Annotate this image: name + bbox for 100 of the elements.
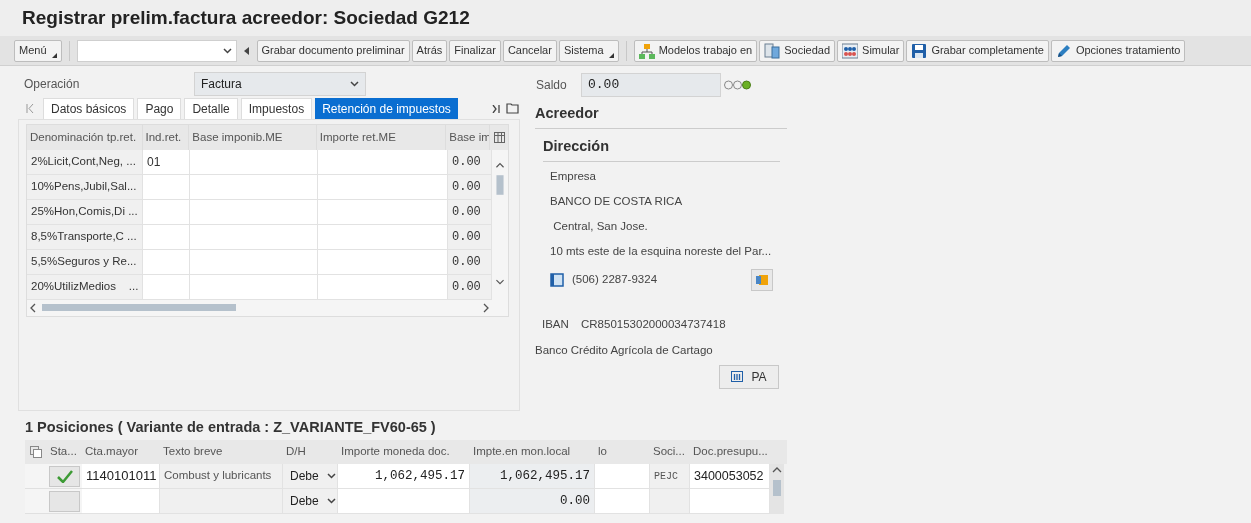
pencil-icon xyxy=(1055,42,1072,59)
table-cell[interactable] xyxy=(143,175,190,200)
last-tab-icon xyxy=(492,105,500,113)
table-cell: 0.00 xyxy=(470,489,595,514)
table-cell[interactable]: 1140101011 xyxy=(82,464,160,489)
field-label: Operación xyxy=(23,76,81,93)
toolbar-button[interactable]: Sociedad xyxy=(759,39,836,62)
tab[interactable]: Datos básicos xyxy=(43,98,135,119)
table-cell[interactable] xyxy=(318,250,448,275)
section-heading: 1 Posiciones ( Variante de entrada : Z_VARIANTE_FV60-65 ) xyxy=(25,418,437,438)
table-cell[interactable] xyxy=(190,200,318,225)
toolbar-button[interactable]: Menú xyxy=(14,39,62,62)
table-cell[interactable] xyxy=(143,275,190,300)
toolbar-button[interactable]: Grabar documento preliminar xyxy=(256,39,410,62)
hierarchy-icon xyxy=(638,42,655,59)
table-icon xyxy=(731,371,744,382)
table-cell[interactable]: 3400053052 xyxy=(690,464,770,489)
column-header: lo xyxy=(597,444,608,460)
toolbar-button[interactable]: Modelos trabajo en xyxy=(633,39,758,62)
table-cell: 0.00 xyxy=(448,200,492,225)
table-cell: PEJC xyxy=(650,464,690,489)
table-cell[interactable] xyxy=(690,489,770,514)
table-cell[interactable] xyxy=(143,250,190,275)
checkmark-icon xyxy=(56,469,73,483)
toolbar-button[interactable]: Cancelar xyxy=(502,39,557,62)
table-cell[interactable] xyxy=(318,225,448,250)
table-cell[interactable] xyxy=(595,489,650,514)
table-cell: 0.00 xyxy=(448,175,492,200)
table-cell[interactable] xyxy=(143,225,190,250)
table-cell: 25%Hon,Comis,Di ... xyxy=(27,200,143,225)
table-cell[interactable] xyxy=(190,150,318,175)
table-cell: 0.00 xyxy=(448,275,492,300)
table-cell[interactable]: 1,062,495.17 xyxy=(338,464,470,489)
table-cell: 0.00 xyxy=(448,225,492,250)
column-header: Cta.mayor xyxy=(84,444,140,460)
table-cell: 0.00 xyxy=(448,250,492,275)
toolbar-button[interactable]: Grabar completamente xyxy=(906,39,1049,62)
document-icon xyxy=(764,42,781,59)
save-icon xyxy=(911,42,928,59)
section-heading: Acreedor xyxy=(535,103,787,129)
field-label: IBAN xyxy=(542,316,570,332)
column-header: Texto breve xyxy=(162,444,224,460)
table-cell: 20%UtilizMedios ... xyxy=(27,275,143,300)
status-button[interactable] xyxy=(49,490,80,512)
table-cell[interactable] xyxy=(595,464,650,489)
telephone-icon xyxy=(755,273,769,286)
command-field[interactable] xyxy=(76,39,237,62)
tab[interactable]: Pago xyxy=(137,98,182,119)
table-cell: 1,062,495.17 xyxy=(470,464,595,489)
table-cell[interactable] xyxy=(143,200,190,225)
toolbar-button[interactable]: Simular xyxy=(837,39,905,62)
select-all-icon xyxy=(30,446,42,458)
address-line: BANCO DE COSTA RICA xyxy=(550,194,684,210)
phone-button[interactable] xyxy=(751,268,773,291)
column-header: Impte.en mon.local xyxy=(472,444,572,460)
field-label: Saldo xyxy=(535,77,568,94)
address-line: Empresa xyxy=(550,169,598,185)
bank-button[interactable]: PA xyxy=(719,364,779,389)
table-cell[interactable] xyxy=(318,150,448,175)
table-cell[interactable] xyxy=(190,175,318,200)
chevron-down-icon xyxy=(326,498,336,504)
table-cell: 5,5%Seguros y Re... xyxy=(27,250,143,275)
dot-grid-icon xyxy=(842,42,859,59)
toolbar-button[interactable]: Atrás xyxy=(411,39,448,62)
triangle-left-icon xyxy=(243,46,250,55)
tab[interactable]: Retención de impuestos xyxy=(315,98,458,119)
toolbar-button[interactable]: Opciones tratamiento xyxy=(1050,39,1186,62)
chevron-down-icon xyxy=(326,473,336,479)
window-title: Registrar prelim.factura acreedor: Sociedad G212 xyxy=(22,5,470,30)
table-cell[interactable] xyxy=(338,489,470,514)
table-cell[interactable] xyxy=(190,250,318,275)
table-cell xyxy=(650,489,690,514)
table-cell[interactable] xyxy=(190,225,318,250)
table-cell[interactable] xyxy=(318,275,448,300)
balance-field: 0.00 xyxy=(581,73,721,97)
table-cell[interactable] xyxy=(318,175,448,200)
section-heading: Dirección xyxy=(543,135,780,162)
bank-name: Banco Crédito Agrícola de Cartago xyxy=(535,342,714,358)
table-cell: 0.00 xyxy=(448,150,492,175)
tab[interactable]: Detalle xyxy=(184,98,238,119)
tab[interactable]: Impuestos xyxy=(240,98,313,119)
table-cell[interactable] xyxy=(82,489,160,514)
status-button[interactable] xyxy=(49,465,80,487)
table-cell: 10%Pens,Jubil,Sal... xyxy=(27,175,143,200)
table-cell: 8,5%Transporte,C ... xyxy=(27,225,143,250)
toolbar-button[interactable]: Sistema xyxy=(558,39,619,62)
toolbar-button[interactable]: Finalizar xyxy=(449,39,501,62)
chevron-down-icon xyxy=(350,81,359,87)
column-header: Importe moneda doc. xyxy=(340,444,451,460)
table-cell[interactable]: 01 xyxy=(143,150,190,175)
table-cell[interactable] xyxy=(190,275,318,300)
column-header: D/H xyxy=(285,444,307,460)
table-settings-icon xyxy=(493,132,505,143)
column-header: Doc.presupu... xyxy=(692,444,769,460)
address-line: Central, San Jose. xyxy=(552,219,649,235)
address-line: 10 mts este de la esquina noreste del Par... xyxy=(550,244,773,260)
operation-dropdown[interactable]: Factura xyxy=(194,72,366,96)
table-cell: Combust y lubricants xyxy=(160,464,283,489)
table-cell[interactable] xyxy=(318,200,448,225)
phone-number: (506) 2287-9324 xyxy=(572,271,658,287)
